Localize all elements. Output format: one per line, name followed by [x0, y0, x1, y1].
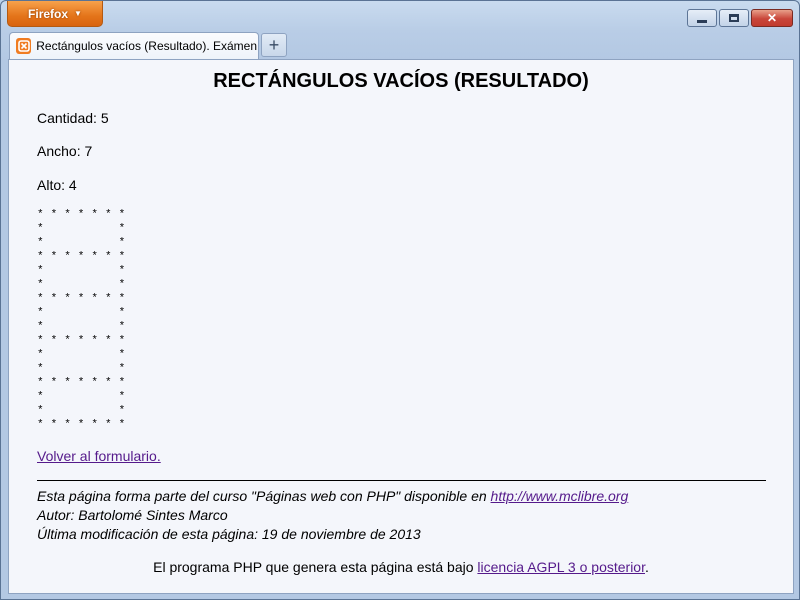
mclibre-link[interactable]: http://www.mclibre.org	[491, 488, 629, 504]
ancho-value: Ancho: 7	[37, 143, 93, 159]
back-to-form-link[interactable]: Volver al formulario.	[37, 448, 161, 464]
rectangle-row: * * * * * * *	[37, 251, 126, 263]
close-button[interactable]: ✕	[751, 9, 793, 27]
close-icon: ✕	[766, 11, 778, 25]
rectangle-row: * *	[37, 307, 126, 319]
page-title: RECTÁNGULOS VACÍOS (RESULTADO)	[213, 70, 589, 92]
footer-divider	[37, 480, 766, 481]
rectangle-row: * *	[37, 405, 126, 417]
footer-modified: Última modificación de esta página: 19 d…	[37, 526, 421, 542]
license-line: El programa PHP que genera esta página e…	[9, 559, 793, 575]
minimize-button[interactable]	[687, 9, 717, 27]
rectangle-row: * * * * * * *	[37, 377, 126, 389]
footer-author: Autor: Bartolomé Sintes Marco	[37, 507, 228, 523]
rectangle-row: * *	[37, 391, 126, 403]
firefox-menu-button[interactable]: Firefox ▼	[7, 1, 103, 27]
license-suffix: .	[644, 559, 649, 575]
footer-course-line: Esta página forma parte del curso "Págin…	[37, 488, 628, 504]
new-tab-button[interactable]: +	[261, 33, 287, 57]
license-prefix: El programa PHP que genera esta página e…	[153, 559, 478, 575]
xampp-favicon-icon	[16, 38, 32, 54]
alto-value: Alto: 4	[37, 177, 77, 193]
rectangle-row: * *	[37, 363, 126, 375]
license-link[interactable]: licencia AGPL 3 o posterior	[477, 559, 645, 575]
browser-tab-active[interactable]: Rectángulos vacíos (Resultado). Exámen…	[9, 32, 259, 59]
rectangle-row: * *	[37, 237, 126, 249]
rectangle-row: * * * * * * *	[37, 419, 126, 431]
tab-title: Rectángulos vacíos (Resultado). Exámen…	[36, 39, 258, 53]
rectangle-row: * * * * * * *	[37, 209, 126, 221]
plus-icon: +	[268, 35, 280, 55]
page-content: RECTÁNGULOS VACÍOS (RESULTADO) Cantidad:…	[8, 59, 794, 594]
rectangle-row: * *	[37, 279, 126, 291]
rectangles-output: * * * * * * * * * * * * * * * * * * * * * * * …	[37, 208, 125, 432]
rectangle-row: * *	[37, 265, 126, 277]
firefox-menu-label: Firefox	[28, 6, 69, 21]
footer-course-text: Esta página forma parte del curso "Págin…	[37, 488, 491, 504]
chevron-down-icon: ▼	[74, 9, 82, 18]
minimize-icon	[697, 19, 707, 23]
browser-window: Firefox ▼ ✕ Rectángulos vacíos (Resultad…	[0, 0, 800, 600]
cantidad-value: Cantidad: 5	[37, 110, 109, 126]
maximize-icon	[729, 14, 739, 22]
rectangle-row: * * * * * * *	[37, 293, 126, 305]
maximize-button[interactable]	[719, 9, 749, 27]
rectangle-row: * *	[37, 321, 126, 333]
window-controls: ✕	[687, 9, 793, 27]
rectangle-row: * *	[37, 223, 126, 235]
rectangle-row: * *	[37, 349, 126, 361]
rectangle-row: * * * * * * *	[37, 335, 126, 347]
